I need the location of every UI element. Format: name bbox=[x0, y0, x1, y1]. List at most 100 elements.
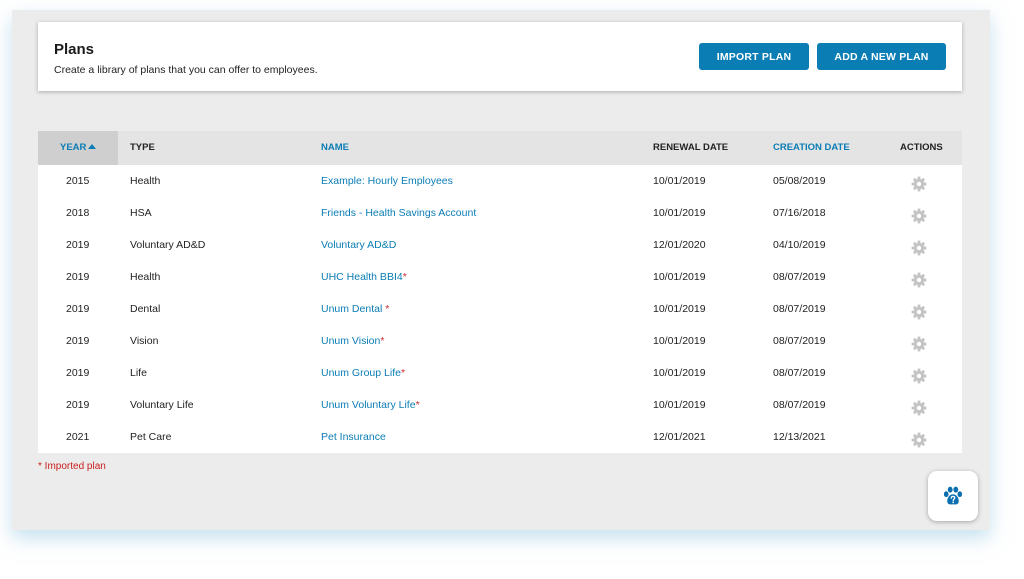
plan-name-text: Unum Voluntary Life bbox=[321, 399, 416, 411]
cell-year: 2015 bbox=[66, 175, 90, 187]
cell-creation-date: 08/07/2019 bbox=[773, 271, 826, 283]
table-row: 2018 HSA Friends - Health Savings Account 1… bbox=[38, 197, 962, 229]
table-row: 2021 Pet Care Pet Insurance 12/01/2021 12/13… bbox=[38, 421, 962, 453]
row-actions bbox=[911, 325, 931, 357]
plans-table: YEAR TYPE NAME RENEWAL DATE CREATION DAT… bbox=[38, 131, 962, 453]
plan-name-text: Unum Vision bbox=[321, 335, 381, 347]
row-actions bbox=[911, 261, 931, 293]
cell-renewal-date: 10/01/2019 bbox=[653, 175, 706, 187]
gear-icon[interactable] bbox=[911, 173, 927, 192]
plan-name-link[interactable]: Unum Vision* bbox=[321, 325, 384, 357]
plan-name-link[interactable]: UHC Health BBI4* bbox=[321, 261, 407, 293]
cell-year: 2019 bbox=[66, 271, 90, 283]
cell-type: Vision bbox=[130, 335, 159, 347]
cell-renewal-date: 10/01/2019 bbox=[653, 367, 706, 379]
cell-renewal-date: 10/01/2019 bbox=[653, 399, 706, 411]
cell-year: 2019 bbox=[66, 399, 90, 411]
help-button[interactable] bbox=[928, 471, 978, 521]
table-row: 2019 Vision Unum Vision* 10/01/2019 08/07/20… bbox=[38, 325, 962, 357]
paw-question-icon bbox=[943, 486, 963, 505]
table-body: 2015 Health Example: Hourly Employees 10/01… bbox=[38, 165, 962, 453]
plan-name-text: Pet Insurance bbox=[321, 431, 386, 443]
cell-type: Pet Care bbox=[130, 431, 172, 443]
table-row: 2019 Health UHC Health BBI4* 10/01/2019 08/0… bbox=[38, 261, 962, 293]
cell-type: Voluntary AD&D bbox=[130, 239, 206, 251]
cell-type: Life bbox=[130, 367, 147, 379]
plan-name-link[interactable]: Unum Dental * bbox=[321, 293, 389, 325]
gear-icon[interactable] bbox=[911, 365, 927, 384]
cell-renewal-date: 10/01/2019 bbox=[653, 303, 706, 315]
row-actions bbox=[911, 197, 931, 229]
cell-renewal-date: 10/01/2019 bbox=[653, 335, 706, 347]
cell-year: 2019 bbox=[66, 367, 90, 379]
cell-renewal-date: 10/01/2019 bbox=[653, 207, 706, 219]
gear-icon[interactable] bbox=[911, 205, 927, 224]
plan-name-link[interactable]: Friends - Health Savings Account bbox=[321, 197, 476, 229]
cell-creation-date: 08/07/2019 bbox=[773, 303, 826, 315]
plan-name-text: Unum Dental bbox=[321, 303, 386, 315]
table-row: 2015 Health Example: Hourly Employees 10/01… bbox=[38, 165, 962, 197]
column-header-year[interactable]: YEAR bbox=[38, 131, 118, 165]
plan-name-text: Unum Group Life bbox=[321, 367, 401, 379]
table-row: 2019 Dental Unum Dental * 10/01/2019 08/07/2… bbox=[38, 293, 962, 325]
cell-creation-date: 07/16/2018 bbox=[773, 207, 826, 219]
cell-creation-date: 05/08/2019 bbox=[773, 175, 826, 187]
column-header-actions: ACTIONS bbox=[900, 142, 943, 153]
cell-creation-date: 08/07/2019 bbox=[773, 335, 826, 347]
imported-marker: * bbox=[400, 367, 406, 379]
column-header-creation-date[interactable]: CREATION DATE bbox=[773, 131, 850, 165]
plan-name-link[interactable]: Example: Hourly Employees bbox=[321, 165, 453, 197]
cell-type: Health bbox=[130, 271, 161, 283]
gear-icon[interactable] bbox=[911, 269, 927, 288]
cell-renewal-date: 10/01/2019 bbox=[653, 271, 706, 283]
cell-type: Voluntary Life bbox=[130, 399, 194, 411]
table-header: YEAR TYPE NAME RENEWAL DATE CREATION DAT… bbox=[38, 131, 962, 165]
column-header-year-label: YEAR bbox=[60, 142, 87, 153]
gear-icon[interactable] bbox=[911, 237, 927, 256]
plan-name-text: UHC Health BBI4 bbox=[321, 271, 403, 283]
imported-marker: * bbox=[402, 271, 407, 283]
cell-year: 2018 bbox=[66, 207, 90, 219]
cell-creation-date: 08/07/2019 bbox=[773, 367, 826, 379]
gear-icon[interactable] bbox=[911, 397, 927, 416]
gear-icon[interactable] bbox=[911, 429, 927, 448]
row-actions bbox=[911, 389, 931, 421]
cell-type: Dental bbox=[130, 303, 161, 315]
imported-marker: * bbox=[415, 399, 420, 411]
table-row: 2019 Voluntary Life Unum Voluntary Life* 10… bbox=[38, 389, 962, 421]
gear-icon[interactable] bbox=[911, 301, 927, 320]
cell-type: HSA bbox=[130, 207, 152, 219]
row-actions bbox=[911, 229, 931, 261]
column-header-type: TYPE bbox=[130, 142, 155, 153]
plan-name-link[interactable]: Voluntary AD&D bbox=[321, 229, 396, 261]
row-actions bbox=[911, 357, 931, 389]
cell-creation-date: 04/10/2019 bbox=[773, 239, 826, 251]
cell-renewal-date: 12/01/2020 bbox=[653, 239, 706, 251]
row-actions bbox=[911, 421, 931, 453]
plan-name-link[interactable]: Unum Voluntary Life* bbox=[321, 389, 420, 421]
plan-name-text: Example: Hourly Employees bbox=[321, 175, 453, 187]
cell-type: Health bbox=[130, 175, 161, 187]
cell-year: 2019 bbox=[66, 303, 90, 315]
page-title: Plans bbox=[54, 41, 95, 58]
table-row: 2019 Life Unum Group Life* 10/01/2019 08/07/… bbox=[38, 357, 962, 389]
column-header-renewal-date: RENEWAL DATE bbox=[653, 142, 729, 153]
sort-ascending-icon bbox=[88, 144, 97, 149]
table-row: 2019 Voluntary AD&D Voluntary AD&D 12/01/20… bbox=[38, 229, 962, 261]
gear-icon[interactable] bbox=[911, 333, 927, 352]
cell-year: 2021 bbox=[66, 431, 90, 443]
import-plan-button[interactable]: IMPORT PLAN bbox=[699, 43, 809, 70]
imported-marker: * bbox=[385, 303, 390, 315]
plan-name-text: Voluntary AD&D bbox=[321, 239, 397, 251]
cell-creation-date: 08/07/2019 bbox=[773, 399, 826, 411]
add-new-plan-button[interactable]: ADD A NEW PLAN bbox=[817, 43, 946, 70]
cell-year: 2019 bbox=[66, 239, 90, 251]
row-actions bbox=[911, 165, 931, 197]
cell-year: 2019 bbox=[66, 335, 90, 347]
plan-name-link[interactable]: Pet Insurance bbox=[321, 421, 386, 453]
row-actions bbox=[911, 293, 931, 325]
plan-name-link[interactable]: Unum Group Life* bbox=[321, 357, 405, 389]
imported-marker: * bbox=[380, 335, 385, 347]
column-header-name[interactable]: NAME bbox=[321, 131, 349, 165]
plan-name-text: Friends - Health Savings Account bbox=[321, 207, 477, 219]
